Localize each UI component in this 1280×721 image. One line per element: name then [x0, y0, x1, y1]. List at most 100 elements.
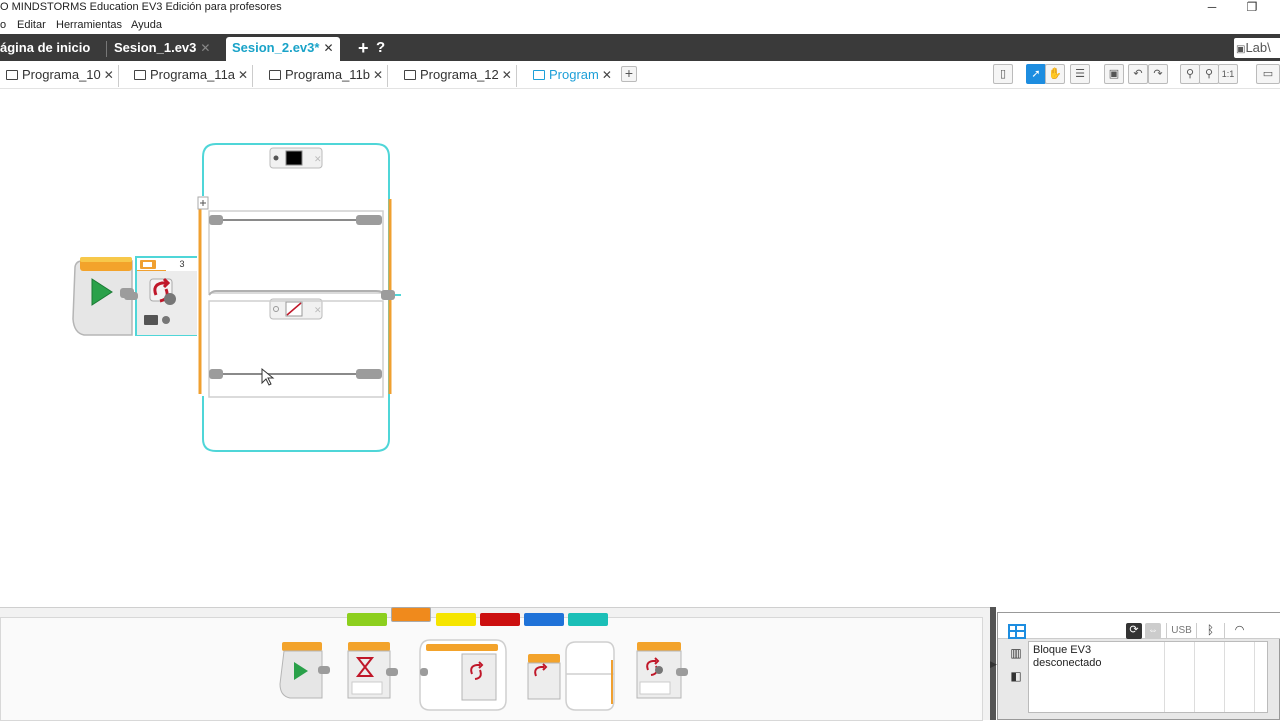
- palette-tab-action[interactable]: [347, 613, 387, 626]
- comment-icon: ☰: [1075, 68, 1085, 80]
- tab-label: Sesion_1.ev3: [114, 40, 197, 55]
- tab-label: ágina de inicio: [0, 40, 91, 55]
- select-tool-button[interactable]: ➚: [1026, 64, 1046, 84]
- minimize-icon[interactable]: ─: [1198, 0, 1226, 16]
- switch-block[interactable]: ✕ ✕: [197, 143, 401, 452]
- menu-help[interactable]: Ayuda: [131, 19, 162, 31]
- restore-icon[interactable]: ❐: [1238, 0, 1266, 16]
- zoom-out-button[interactable]: ⚲: [1180, 64, 1200, 84]
- brick-status-line2: desconectado: [1033, 657, 1102, 669]
- svg-text:✕: ✕: [314, 305, 322, 315]
- zoom-out-icon: ⚲: [1185, 68, 1195, 80]
- add-program-button[interactable]: +: [621, 66, 637, 82]
- zoom-in-button[interactable]: ⚲: [1199, 64, 1219, 84]
- help-icon: ?: [376, 39, 386, 56]
- labview-button[interactable]: ▣Lab\: [1234, 38, 1280, 58]
- palette-start-block[interactable]: [279, 642, 330, 699]
- content-editor-button[interactable]: ▯: [993, 64, 1013, 84]
- comment-tool-button[interactable]: ☰: [1070, 64, 1090, 84]
- palette-tab-sensor[interactable]: [436, 613, 476, 626]
- close-icon[interactable]: ✕: [373, 68, 383, 82]
- programming-canvas[interactable]: ✕ ✕ 3: [0, 89, 1280, 607]
- close-icon[interactable]: ✕: [238, 68, 248, 82]
- tab-label: Programa_10: [22, 67, 101, 82]
- program-icon: [134, 70, 146, 80]
- palette-loop-block[interactable]: [419, 639, 507, 711]
- brick-status-line1: Bloque EV3: [1033, 644, 1092, 656]
- programming-palette: [0, 607, 995, 721]
- brick-status-area: Bloque EV3 desconectado: [1028, 641, 1268, 713]
- save-button[interactable]: ▣: [1104, 64, 1124, 84]
- zoom-reset-button[interactable]: 1:1: [1218, 64, 1238, 84]
- page-icon: ▯: [999, 68, 1007, 80]
- usb-connection[interactable]: USB: [1166, 623, 1196, 639]
- palette-tab-myblocks[interactable]: [568, 613, 608, 626]
- close-icon[interactable]: ✕: [602, 68, 612, 82]
- plus-icon: +: [358, 38, 369, 58]
- save-icon: ▣: [1108, 68, 1120, 80]
- tab-label: Programa_11a: [150, 67, 236, 82]
- port-view-icon[interactable]: ◧: [1005, 669, 1027, 687]
- tab-sesion-1[interactable]: Sesion_1.ev3 ✕: [108, 37, 216, 61]
- program-tab-bar: Programa_10 ✕ Programa_11a ✕ Programa_11b ✕…: [0, 61, 1280, 89]
- palette-wait-block[interactable]: [347, 642, 398, 699]
- refresh-icon[interactable]: ⟳: [1126, 623, 1142, 639]
- palette-tab-advanced[interactable]: [524, 613, 564, 626]
- palette-tab-data[interactable]: [480, 613, 520, 626]
- palette-switch-block[interactable]: [527, 641, 615, 711]
- tab-divider: [106, 41, 107, 57]
- counter-icon: [144, 315, 158, 325]
- tab-label: Sesion_2.ev3*: [232, 40, 320, 55]
- undo-button[interactable]: ↶: [1128, 64, 1148, 84]
- labview-label: Lab\: [1245, 40, 1271, 55]
- sensor-dark-icon: [285, 150, 303, 166]
- tab-label: Program: [549, 67, 599, 82]
- tab-sesion-2[interactable]: Sesion_2.ev3* ✕: [226, 37, 340, 61]
- brick-info-icon[interactable]: [1008, 624, 1026, 639]
- collapse-arrow-icon[interactable]: ▶: [990, 657, 998, 671]
- plus-icon: +: [624, 65, 634, 81]
- zoom-in-icon: ⚲: [1204, 68, 1214, 80]
- close-icon[interactable]: ✕: [200, 41, 210, 55]
- program-icon: [404, 70, 416, 80]
- menu-tools[interactable]: Herramientas: [56, 19, 122, 31]
- pan-tool-button[interactable]: ✋: [1045, 64, 1065, 84]
- palette-tab-flow[interactable]: [391, 607, 431, 622]
- palette-blocks: [279, 639, 688, 711]
- close-icon[interactable]: ✕: [323, 41, 333, 55]
- tab-programa-10[interactable]: Programa_10 ✕: [0, 65, 119, 87]
- hardware-toggle-button[interactable]: ▭: [1256, 64, 1280, 84]
- tab-program-active[interactable]: Program ✕: [527, 65, 616, 87]
- panel-icon: ▭: [1262, 68, 1274, 80]
- program-icon: [533, 70, 545, 80]
- tab-programa-11b[interactable]: Programa_11b ✕: [263, 65, 389, 87]
- program-icon: [6, 70, 18, 80]
- program-diagram: ✕ ✕: [72, 143, 401, 452]
- undo-icon: ↶: [1133, 68, 1143, 80]
- close-icon[interactable]: ✕: [104, 68, 114, 82]
- menu-bar: o Editar Herramientas Ayuda: [0, 18, 1280, 34]
- wifi-icon[interactable]: ◠: [1224, 623, 1254, 639]
- zoom-reset-label: 1:1: [1221, 69, 1235, 79]
- svg-text:✕: ✕: [314, 154, 322, 164]
- brick-icon[interactable]: ▥: [1005, 646, 1027, 664]
- hand-icon: ✋: [1048, 68, 1062, 80]
- tab-programa-11a[interactable]: Programa_11a ✕: [128, 65, 254, 87]
- tab-label: Programa_11b: [285, 67, 371, 82]
- menu-file[interactable]: o: [0, 19, 6, 31]
- close-icon[interactable]: ✕: [502, 68, 512, 82]
- tab-label: Programa_12: [420, 67, 499, 82]
- help-button[interactable]: ?: [370, 37, 391, 61]
- bluetooth-icon[interactable]: ᛒ: [1196, 623, 1224, 639]
- loop-count-value[interactable]: 3: [166, 259, 198, 271]
- tab-lobby[interactable]: ágina de inicio: [0, 37, 96, 61]
- window-title: O MINDSTORMS Education EV3 Edición para …: [0, 1, 282, 13]
- redo-button[interactable]: ↷: [1148, 64, 1168, 84]
- program-icon: [269, 70, 281, 80]
- tab-programa-12[interactable]: Programa_12 ✕: [398, 65, 517, 87]
- cursor-icon: ➚: [1031, 68, 1041, 80]
- palette-loop-interrupt-block[interactable]: [636, 642, 688, 699]
- menu-edit[interactable]: Editar: [17, 19, 46, 31]
- connect-icon[interactable]: ⇔: [1145, 623, 1161, 639]
- redo-icon: ↷: [1153, 68, 1163, 80]
